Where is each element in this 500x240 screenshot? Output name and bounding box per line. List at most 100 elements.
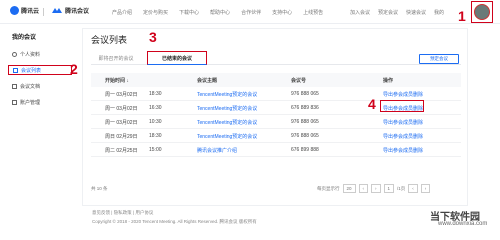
row-meeting-id: 676 889 836 (291, 105, 319, 111)
schedule-meeting-link[interactable]: 预定会议 (378, 9, 398, 16)
main-nav: 产品介绍 定价与购买 下载中心 帮助中心 合作伙伴 支持中心 上线预告 (112, 9, 323, 16)
row-date: 周二 02月25日 (105, 148, 138, 154)
schedule-meeting-button[interactable]: 预定会议 (419, 54, 459, 64)
column-meeting-id: 会议号 (291, 78, 307, 84)
sidebar-item-documents[interactable]: 会议文档 (8, 81, 72, 91)
next-page-icon[interactable]: › (420, 184, 431, 193)
tab-upcoming[interactable]: 即将召开的会议 (91, 51, 141, 65)
row-subject-link[interactable]: TencentMeeting预定的会议 (197, 119, 257, 126)
user-icon (12, 51, 17, 57)
nav-help[interactable]: 帮助中心 (210, 9, 230, 16)
sidebar-item-label: 会议文档 (20, 83, 41, 90)
table-row: 周一 03月02日 18:30 TencentMeeting预定的会议 976 … (91, 87, 461, 101)
export-participants-link[interactable]: 导出参会成员 (383, 91, 413, 98)
meeting-tabs: 即将召开的会议 已结束的会议 (91, 51, 461, 65)
column-subject: 会议主题 (197, 78, 218, 84)
nav-partners[interactable]: 合作伙伴 (241, 9, 261, 16)
row-subject-link[interactable]: 腾讯会议推广介绍 (197, 147, 237, 154)
meeting-list-panel: 会议列表 即将召开的会议 已结束的会议 预定会议 开始时间 ↓ 会议主题 会议号… (82, 28, 468, 206)
sidebar-item-label: 个人资料 (20, 51, 41, 58)
page-number-input[interactable]: 1 (383, 184, 395, 193)
nav-download[interactable]: 下载中心 (179, 9, 199, 16)
row-subject-link[interactable]: TencentMeeting预定的会议 (197, 133, 257, 140)
annotation-step-4: 4 (368, 96, 376, 112)
table-row: 周二 02月25日 15:00 腾讯会议推广介绍 676 899 888 导出参… (91, 143, 461, 157)
row-subject-link[interactable]: TencentMeeting预定的会议 (197, 105, 257, 112)
row-time: 16:30 (149, 105, 162, 111)
table-row: 周一 03月02日 10:30 TencentMeeting预定的会议 976 … (91, 115, 461, 129)
prev-page-icon[interactable]: ‹ (408, 184, 418, 193)
row-meeting-id: 976 888 065 (291, 91, 319, 97)
sidebar-item-profile[interactable]: 个人资料 (8, 49, 72, 59)
footer-links[interactable]: 意见反馈 | 隐私政策 | 用户协议 (92, 210, 257, 216)
account-icon (12, 99, 17, 105)
sidebar-item-label: 会议列表 (21, 67, 42, 74)
row-meeting-id: 976 888 065 (291, 119, 319, 125)
annotation-step-2: 2 (70, 61, 78, 77)
delete-link[interactable]: 删除 (413, 119, 423, 126)
brand-tencent-meeting: 腾讯会议 (65, 9, 90, 15)
row-time: 18:30 (149, 91, 162, 97)
row-time: 18:30 (149, 133, 162, 139)
my-account-link[interactable]: 我的 (434, 9, 444, 16)
row-date: 周日 02月29日 (105, 134, 138, 140)
table-row: 周日 02月29日 18:30 TencentMeeting预定的会议 976 … (91, 129, 461, 143)
page-footer: 意见反馈 | 隐私政策 | 用户协议 Copyright © 2018 - 20… (92, 210, 257, 225)
row-date: 周一 03月02日 (105, 92, 138, 98)
export-participants-link[interactable]: 导出参会成员 (383, 119, 413, 126)
column-actions: 操作 (383, 78, 394, 84)
tencent-cloud-logo[interactable]: 腾讯云 (10, 6, 39, 15)
sidebar-item-meeting-list[interactable]: 会议列表 (8, 65, 72, 75)
brand-tencent-cloud: 腾讯云 (21, 9, 40, 15)
sidebar: 我的会议 个人资料 会议列表 会议文档 账户管理 (0, 24, 80, 240)
avatar[interactable] (474, 4, 490, 20)
nav-preview[interactable]: 上线预告 (303, 9, 323, 16)
export-participants-link[interactable]: 导出参会成员 (383, 147, 413, 154)
nav-product[interactable]: 产品介绍 (112, 9, 132, 16)
page-size-select[interactable]: 20 (342, 184, 356, 193)
divider (43, 8, 44, 16)
annotation-step-1: 1 (458, 8, 466, 24)
copyright-text: Copyright © 2018 - 2020 Tencent Meeting.… (92, 219, 257, 224)
row-meeting-id: 676 899 888 (291, 147, 319, 153)
column-start-time[interactable]: 开始时间 ↓ (105, 77, 129, 84)
doc-icon (12, 83, 17, 89)
tencent-meeting-logo[interactable]: 腾讯会议 (51, 6, 89, 15)
row-date: 周一 03月02日 (105, 106, 138, 112)
table-header: 开始时间 ↓ 会议主题 会议号 操作 (91, 73, 461, 87)
delete-link[interactable]: 删除 (413, 133, 423, 140)
prev-page-icon[interactable]: ‹ (358, 184, 369, 193)
row-meeting-id: 976 888 065 (291, 133, 319, 139)
export-highlight-box (380, 100, 424, 112)
tab-ended[interactable]: 已结束的会议 (147, 51, 207, 65)
tencent-cloud-logo-icon (10, 6, 19, 15)
tencent-meeting-logo-icon (52, 7, 62, 13)
next-page-icon[interactable]: › (371, 184, 381, 193)
page-total: /1页 (397, 185, 406, 191)
site-watermark: 当下软件园 www.downxia.com (430, 208, 487, 227)
top-navigation-bar: 腾讯云 腾讯会议 产品介绍 定价与购买 下载中心 帮助中心 合作伙伴 支持中心 … (0, 0, 500, 24)
nav-pricing[interactable]: 定价与购买 (143, 9, 168, 16)
total-count: 共 10 条 (91, 186, 108, 191)
pagination: 每页显示行 20 ‹ › 1 /1页 ‹ › (317, 184, 431, 193)
row-subject-link[interactable]: TencentMeeting预定的会议 (197, 91, 257, 98)
sidebar-item-label: 账户管理 (20, 99, 41, 106)
nav-support[interactable]: 支持中心 (272, 9, 292, 16)
list-icon (13, 67, 18, 73)
page-size-label: 每页显示行 (317, 185, 340, 191)
annotation-step-3: 3 (149, 29, 157, 45)
sidebar-item-account[interactable]: 账户管理 (8, 97, 72, 107)
right-nav: 加入会议 预定会议 快速会议 我的 (350, 9, 444, 16)
delete-link[interactable]: 删除 (413, 91, 423, 98)
row-time: 10:30 (149, 119, 162, 125)
watermark-url: www.downxia.com (438, 221, 488, 227)
delete-link[interactable]: 删除 (413, 147, 423, 154)
sidebar-title: 我的会议 (12, 35, 37, 41)
join-meeting-link[interactable]: 加入会议 (350, 9, 370, 16)
pagination-bar: 共 10 条 每页显示行 20 ‹ › 1 /1页 ‹ › (91, 184, 461, 196)
quick-meeting-link[interactable]: 快速会议 (406, 9, 426, 16)
page-title: 会议列表 (91, 35, 128, 45)
row-date: 周一 03月02日 (105, 120, 138, 126)
row-time: 15:00 (149, 147, 162, 153)
export-participants-link[interactable]: 导出参会成员 (383, 133, 413, 140)
